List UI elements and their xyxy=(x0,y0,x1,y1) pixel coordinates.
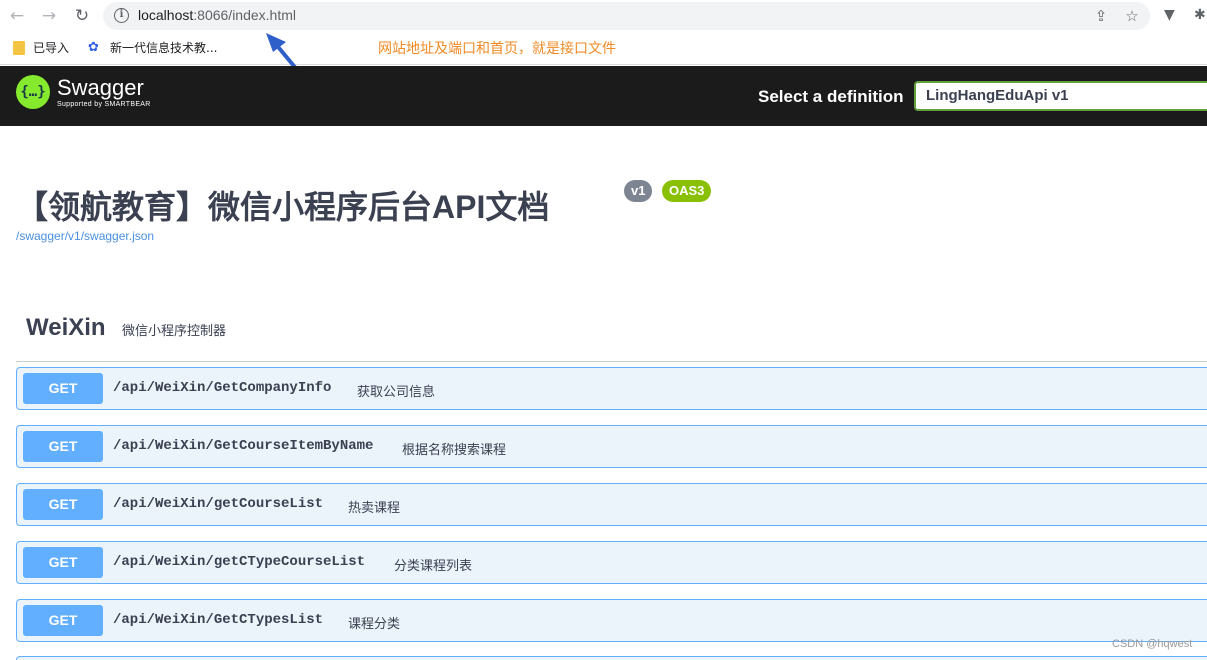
tag-header[interactable]: WeiXin 微信小程序控制器 xyxy=(16,306,1207,362)
extension-v-icon[interactable]: ▼ xyxy=(1164,5,1175,25)
version-badge: v1 xyxy=(624,180,653,202)
reload-icon[interactable]: ↻ xyxy=(71,5,93,27)
operation-row-partial[interactable] xyxy=(16,656,1207,660)
tag-description: 微信小程序控制器 xyxy=(122,324,227,339)
folder-icon xyxy=(13,40,25,55)
back-icon[interactable]: ← xyxy=(6,5,28,27)
watermark: CSDN @hqwest xyxy=(1112,638,1193,650)
operation-row[interactable]: GET /api/WeiXin/GetCourseItemByName 根据名称… xyxy=(16,425,1207,468)
page-title: 【领航教育】微信小程序后台API文档 xyxy=(16,189,550,225)
browser-toolbar: ← → ↻ i localhost:8066/index.html ⇪ ☆ ▼ … xyxy=(0,0,1207,32)
share-icon[interactable]: ⇪ xyxy=(1091,6,1111,26)
swagger-topbar: {…} Swagger Supported by SMARTBEAR Selec… xyxy=(0,66,1207,126)
operation-row[interactable]: GET /api/WeiXin/getCTypeCourseList 分类课程列… xyxy=(16,541,1207,584)
logo-subtitle: Supported by SMARTBEAR xyxy=(57,100,151,108)
operation-path: /api/WeiXin/getCourseList xyxy=(113,496,324,512)
annotation-text: 网站地址及端口和首页，就是接口文件 xyxy=(378,41,616,57)
operation-row[interactable]: GET /api/WeiXin/getCourseList 热卖课程 xyxy=(16,483,1207,526)
spec-json-link[interactable]: /swagger/v1/swagger.json xyxy=(16,229,154,243)
operation-summary: 根据名称搜索课程 xyxy=(402,443,507,458)
operation-path: /api/WeiXin/GetCourseItemByName xyxy=(113,438,374,454)
swagger-logo-icon: {…} xyxy=(16,75,50,109)
url-path: :8066/index.html xyxy=(193,7,296,23)
operation-path: /api/WeiXin/getCTypeCourseList xyxy=(113,554,366,570)
bookmark-label: 已导入 xyxy=(33,41,70,55)
bookmark-imported[interactable]: 已导入 xyxy=(13,39,69,56)
bookmark-it-edu[interactable]: ✿ 新一代信息技术教... xyxy=(88,39,217,56)
operation-row[interactable]: GET /api/WeiXin/GetCTypesList 课程分类 xyxy=(16,599,1207,642)
star-icon[interactable]: ☆ xyxy=(1122,6,1142,26)
operation-path: /api/WeiXin/GetCompanyInfo xyxy=(113,380,332,396)
url-host: localhost xyxy=(138,7,194,23)
forward-icon[interactable]: → xyxy=(38,5,60,27)
logo-name: Swagger xyxy=(57,74,144,100)
bookmark-label: 新一代信息技术教... xyxy=(110,41,218,55)
operation-row[interactable]: GET /api/WeiXin/GetCompanyInfo 获取公司信息 xyxy=(16,367,1207,410)
tag-name: WeiXin xyxy=(26,314,106,341)
method-badge: GET xyxy=(23,547,103,578)
address-bar[interactable]: i localhost:8066/index.html ⇪ ☆ xyxy=(103,2,1150,30)
puzzle-icon[interactable]: ✱ xyxy=(1194,5,1206,25)
operation-summary: 分类课程列表 xyxy=(394,559,473,574)
oas-badge: OAS3 xyxy=(662,180,712,202)
info-icon[interactable]: i xyxy=(114,8,129,23)
swagger-logo[interactable]: {…} Swagger Supported by SMARTBEAR xyxy=(16,75,151,109)
method-badge: GET xyxy=(23,605,103,636)
paw-icon: ✿ xyxy=(88,39,99,55)
definition-select[interactable]: LingHangEduApi v1 xyxy=(914,81,1207,111)
method-badge: GET xyxy=(23,489,103,520)
method-badge: GET xyxy=(23,373,103,404)
select-definition-label: Select a definition xyxy=(758,87,904,106)
operation-summary: 获取公司信息 xyxy=(357,385,436,400)
method-badge: GET xyxy=(23,431,103,462)
operation-summary: 热卖课程 xyxy=(348,501,401,516)
operation-path: /api/WeiXin/GetCTypesList xyxy=(113,612,324,628)
operation-summary: 课程分类 xyxy=(348,617,401,632)
url-text[interactable]: localhost:8066/index.html xyxy=(138,7,296,23)
